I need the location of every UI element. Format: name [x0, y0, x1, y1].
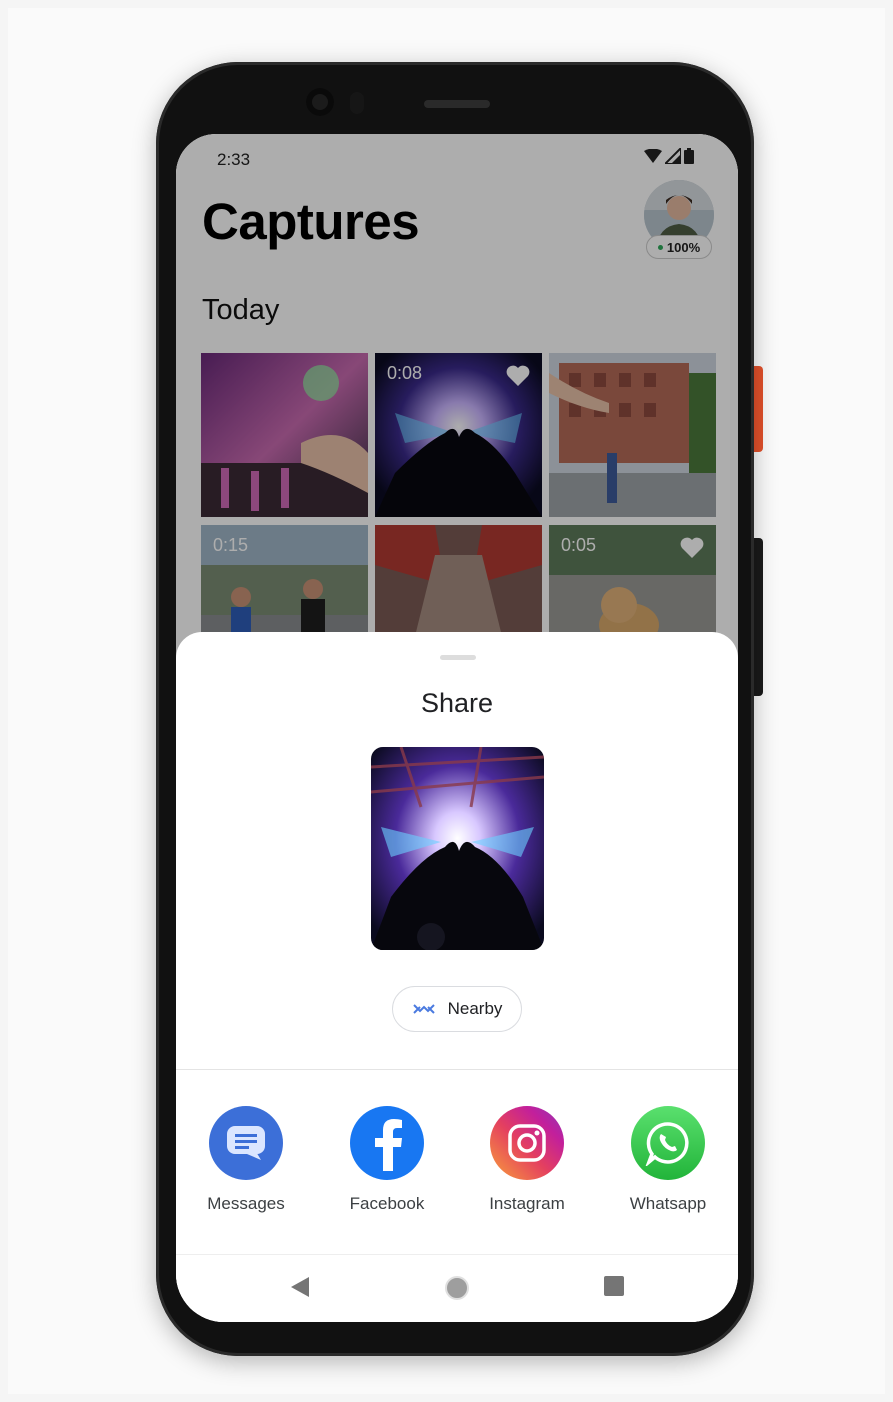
divider: [176, 1069, 738, 1070]
system-nav-bar: [176, 1254, 738, 1322]
share-title: Share: [420, 688, 494, 718]
app-label: Whatsapp: [629, 1194, 707, 1213]
facebook-icon: [350, 1106, 424, 1180]
nearby-label: Nearby: [447, 999, 503, 1018]
share-target-messages[interactable]: Messages: [186, 1106, 306, 1214]
app-label: Instagram: [489, 1194, 565, 1213]
share-targets: Messages Facebook Instagram Whatsapp: [176, 1106, 738, 1226]
volume-button: [754, 538, 763, 696]
drag-handle[interactable]: [440, 655, 476, 660]
recents-icon[interactable]: [603, 1275, 625, 1297]
whatsapp-icon: [631, 1106, 705, 1180]
messages-icon: [209, 1106, 283, 1180]
home-icon[interactable]: [444, 1275, 470, 1301]
share-preview-image: [371, 747, 544, 950]
nearby-share-button[interactable]: Nearby: [392, 986, 522, 1032]
back-icon[interactable]: [289, 1275, 311, 1299]
nearby-icon: [412, 1004, 435, 1014]
instagram-icon: [490, 1106, 564, 1180]
app-label: Messages: [207, 1194, 285, 1213]
front-camera: [306, 88, 334, 116]
power-button: [754, 366, 763, 452]
app-label: Facebook: [349, 1194, 425, 1213]
earpiece-speaker: [424, 100, 490, 108]
share-sheet: Share Nearby Messages Facebook Instagram…: [176, 632, 738, 1322]
proximity-sensor: [350, 92, 364, 114]
share-target-instagram[interactable]: Instagram: [467, 1106, 587, 1214]
phone-screen: 2:33 Captures 100% Today 0:08 0:15 0:05 …: [176, 134, 738, 1322]
share-target-whatsapp[interactable]: Whatsapp: [608, 1106, 728, 1214]
share-target-facebook[interactable]: Facebook: [327, 1106, 447, 1214]
